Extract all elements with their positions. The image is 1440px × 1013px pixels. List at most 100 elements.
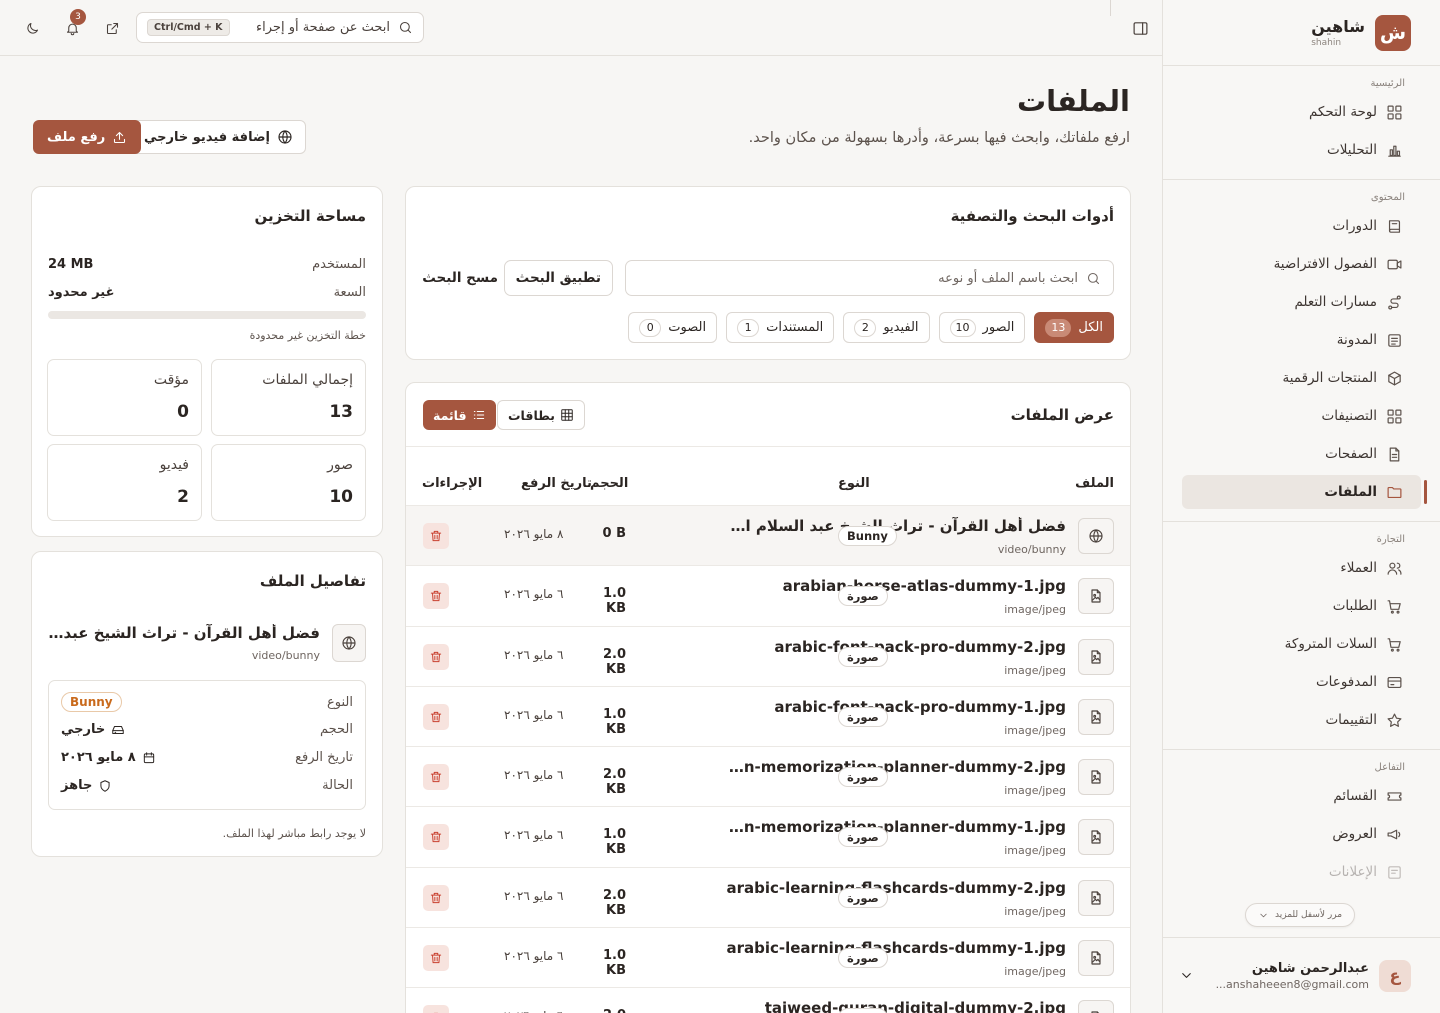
file-name[interactable]: arabic-font-pack-pro-dummy-2.jpg	[774, 638, 1066, 656]
sidebar-item-orders[interactable]: الطلبات	[1182, 589, 1421, 623]
megaphone-icon	[1386, 826, 1403, 843]
table-row[interactable]: arabic-font-pack-pro-dummy-2.jpg image/jp…	[406, 625, 1130, 686]
stat-label: فيديو	[159, 457, 189, 473]
view-list-label: قائمة	[433, 407, 467, 423]
upload-file-label: رفع ملف	[47, 129, 106, 145]
sidebar-item-pages[interactable]: الصفحات	[1182, 437, 1421, 471]
apply-search-button[interactable]: تطبيق البحث	[503, 260, 613, 296]
filter-chip-all[interactable]: الكل 13	[1034, 312, 1114, 343]
search-icon	[398, 20, 413, 35]
filter-chip-images[interactable]: الصور 10	[938, 312, 1026, 343]
delete-button[interactable]	[423, 643, 449, 670]
file-search-input[interactable]: ابحث باسم الملف أو نوعه	[625, 260, 1114, 296]
table-row[interactable]: arabic-font-pack-pro-dummy-1.jpg image/jp…	[406, 685, 1130, 746]
delete-button[interactable]	[423, 583, 449, 610]
file-type-badge: صورة	[838, 1008, 888, 1013]
filter-chip-documents[interactable]: المستندات 1	[726, 312, 835, 343]
upload-file-button[interactable]: رفع ملف	[33, 120, 142, 154]
delete-button[interactable]	[423, 1005, 449, 1013]
sidebar-item-virtual-classes[interactable]: الفصول الافتراضية	[1182, 247, 1421, 281]
delete-button[interactable]	[423, 764, 449, 791]
sidebar-item-blog[interactable]: المدونة	[1182, 323, 1421, 357]
sidebar-item-ads[interactable]: الإعلانات	[1182, 855, 1421, 889]
table-row[interactable]: tajweed-quran-digital-dummy-2.jpgimage/j…	[406, 987, 1130, 1013]
open-site-button[interactable]	[100, 16, 124, 40]
notifications-button[interactable]: 3	[60, 9, 86, 40]
type-label: النوع	[327, 694, 353, 710]
file-name[interactable]: arabian-horse-atlas-dummy-1.jpg	[783, 577, 1066, 595]
sidebar-item-categories[interactable]: التصنيفات	[1182, 399, 1421, 433]
theme-toggle-button[interactable]	[20, 16, 44, 40]
details-properties: النوع Bunny الحجم خارجي تاريخ الرفع ٨ ما…	[48, 680, 366, 810]
sidebar-item-files[interactable]: الملفات	[1182, 475, 1427, 509]
view-cards-button[interactable]: بطاقات	[497, 400, 586, 430]
file-name[interactable]: quran-memorization-planner-dummy-2.jpg	[726, 758, 1066, 776]
delete-button[interactable]	[423, 523, 449, 549]
brand[interactable]: ش شاهين shahin	[1163, 0, 1440, 66]
cart-abandoned-icon	[1386, 636, 1403, 653]
global-search-input[interactable]: ابحث عن صفحة أو إجراء Ctrl/Cmd + K	[136, 12, 424, 43]
sidebar-item-analytics[interactable]: التحليلات	[1182, 133, 1421, 167]
filter-chip-audio[interactable]: الصوت 0	[628, 312, 718, 343]
chip-label: الصور	[982, 320, 1015, 335]
file-details-card: تفاصيل الملف فضل أهل القرآن - تراث الشيخ…	[31, 551, 383, 857]
delete-button[interactable]	[423, 703, 449, 730]
image-file-icon	[1078, 1000, 1114, 1013]
chevron-down-icon[interactable]	[1179, 968, 1194, 983]
sidebar-item-offers[interactable]: العروض	[1182, 817, 1421, 851]
files-table-body: فضل أهل القرآن - تراث الشيخ عبد السلام ا…	[406, 505, 1130, 1013]
table-row[interactable]: arabian-horse-atlas-dummy-1.jpg image/jpe…	[406, 565, 1130, 625]
image-file-icon	[1078, 819, 1114, 856]
sidebar-item-dashboard[interactable]: لوحة التحكم	[1182, 95, 1421, 129]
filter-chip-video[interactable]: الفيديو 2	[843, 312, 930, 343]
file-mime: video/bunny	[997, 543, 1066, 556]
shield-icon	[98, 779, 112, 793]
file-type-badge: صورة	[838, 827, 888, 848]
sidebar-item-courses[interactable]: الدورات	[1182, 209, 1421, 243]
trash-icon	[429, 529, 443, 543]
table-row[interactable]: فضل أهل القرآن - تراث الشيخ عبد السلام ا…	[406, 505, 1130, 566]
file-name[interactable]: arabic-font-pack-pro-dummy-1.jpg	[774, 698, 1066, 716]
stat-video: فيديو 2	[47, 444, 202, 521]
sidebar-item-coupons[interactable]: القسائم	[1182, 779, 1421, 813]
delete-button[interactable]	[423, 824, 449, 851]
table-row[interactable]: quran-memorization-planner-dummy-1.jpg im…	[406, 806, 1130, 866]
stat-value: 2	[177, 487, 189, 507]
sidebar-toggle-button[interactable]	[1128, 16, 1152, 40]
sidebar-item-learning-paths[interactable]: مسارات التعلم	[1182, 285, 1421, 319]
package-icon	[1386, 370, 1403, 387]
table-row[interactable]: arabic-learning-flashcards-dummy-1.jpg im…	[406, 927, 1130, 987]
user-menu[interactable]: ع عبدالرحمن شاهين ...anshaheeen8@gmail.c…	[1163, 937, 1440, 1013]
chip-count: 13	[1045, 318, 1072, 337]
sidebar-item-customers[interactable]: العملاء	[1182, 551, 1421, 585]
file-type-badge: صورة	[838, 948, 888, 969]
file-name[interactable]: arabic-learning-flashcards-dummy-1.jpg	[726, 939, 1066, 957]
analytics-icon	[1386, 142, 1403, 159]
file-mime: image/jpeg	[1004, 965, 1066, 979]
sidebar-item-reviews[interactable]: التقييمات	[1182, 703, 1421, 737]
sidebar-item-digital-products[interactable]: المنتجات الرقمية	[1182, 361, 1421, 395]
table-row[interactable]: quran-memorization-planner-dummy-2.jpg im…	[406, 746, 1130, 806]
stat-temporary: مؤقت 0	[47, 359, 202, 436]
add-external-video-button[interactable]: إضافة فيديو خارجي	[131, 120, 306, 154]
details-file-mime: video/bunny	[251, 649, 320, 662]
delete-button[interactable]	[423, 884, 449, 911]
sidebar-item-label: الفصول الافتراضية	[1273, 256, 1377, 272]
search-icon	[1086, 271, 1101, 286]
file-name[interactable]: quran-memorization-planner-dummy-1.jpg	[726, 818, 1066, 836]
delete-button[interactable]	[423, 945, 449, 972]
clear-search-button[interactable]: مسح البحث	[422, 260, 498, 296]
scroll-more-hint[interactable]: مرر لأسفل للمزيد	[1245, 903, 1356, 927]
trash-icon	[429, 650, 443, 664]
file-size: 2.0 KB	[602, 646, 626, 677]
sidebar-item-payments[interactable]: المدفوعات	[1182, 665, 1421, 699]
sidebar-item-abandoned-carts[interactable]: السلات المتروكة	[1182, 627, 1421, 661]
book-icon	[1386, 218, 1403, 235]
file-name[interactable]: tajweed-quran-digital-dummy-2.jpg	[765, 999, 1066, 1013]
file-name[interactable]: arabic-learning-flashcards-dummy-2.jpg	[726, 879, 1066, 897]
details-file-name: فضل أهل القرآن - تراث الشيخ عبد السلام ا…	[48, 624, 320, 642]
stat-value: 0	[177, 402, 189, 422]
file-size: 2.0 KB	[602, 767, 626, 798]
table-row[interactable]: arabic-learning-flashcards-dummy-2.jpg im…	[406, 866, 1130, 927]
view-list-button[interactable]: قائمة	[423, 400, 496, 430]
